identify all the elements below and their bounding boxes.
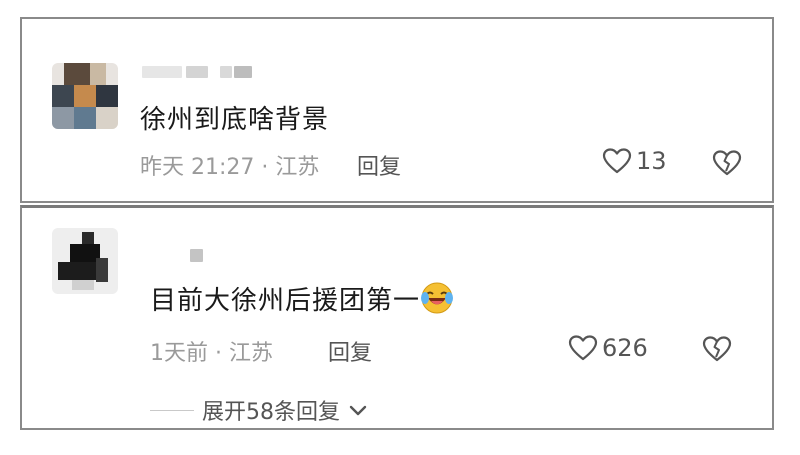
dislike-button[interactable] bbox=[702, 335, 732, 363]
comment-card: 目前大徐州后援团第一 1天前 · 江苏 回复 626 展开58条回复 bbox=[20, 205, 774, 430]
reply-button[interactable]: 回复 bbox=[357, 149, 401, 181]
broken-heart-icon bbox=[702, 335, 732, 363]
heart-outline-icon bbox=[568, 334, 598, 362]
like-count: 626 bbox=[602, 334, 648, 362]
comment-meta: 昨天 21:27 · 江苏 bbox=[140, 155, 320, 180]
divider bbox=[150, 409, 194, 411]
avatar[interactable] bbox=[52, 228, 118, 294]
heart-outline-icon bbox=[602, 147, 632, 175]
comment-text-content: 目前大徐州后援团第一 bbox=[150, 286, 421, 316]
reply-button[interactable]: 回复 bbox=[328, 335, 372, 367]
comment-text: 徐州到底啥背景 bbox=[140, 105, 330, 135]
broken-heart-icon bbox=[712, 149, 742, 177]
expand-replies-button[interactable]: 展开58条回复 bbox=[150, 394, 368, 426]
username[interactable] bbox=[190, 246, 210, 264]
comment-meta: 1天前 · 江苏 bbox=[150, 341, 273, 366]
like-button[interactable]: 13 bbox=[602, 147, 667, 175]
comment-card: 徐州到底啥背景 昨天 21:27 · 江苏 回复 13 bbox=[20, 17, 774, 203]
dislike-button[interactable] bbox=[712, 149, 742, 177]
chevron-down-icon bbox=[348, 403, 368, 417]
like-button[interactable]: 626 bbox=[568, 334, 648, 362]
avatar[interactable] bbox=[52, 63, 118, 129]
comment-text: 目前大徐州后援团第一 bbox=[150, 280, 454, 317]
expand-replies-label: 展开58条回复 bbox=[202, 400, 340, 425]
laughing-crying-emoji bbox=[420, 281, 454, 315]
like-count: 13 bbox=[636, 147, 667, 175]
username[interactable] bbox=[142, 63, 252, 81]
